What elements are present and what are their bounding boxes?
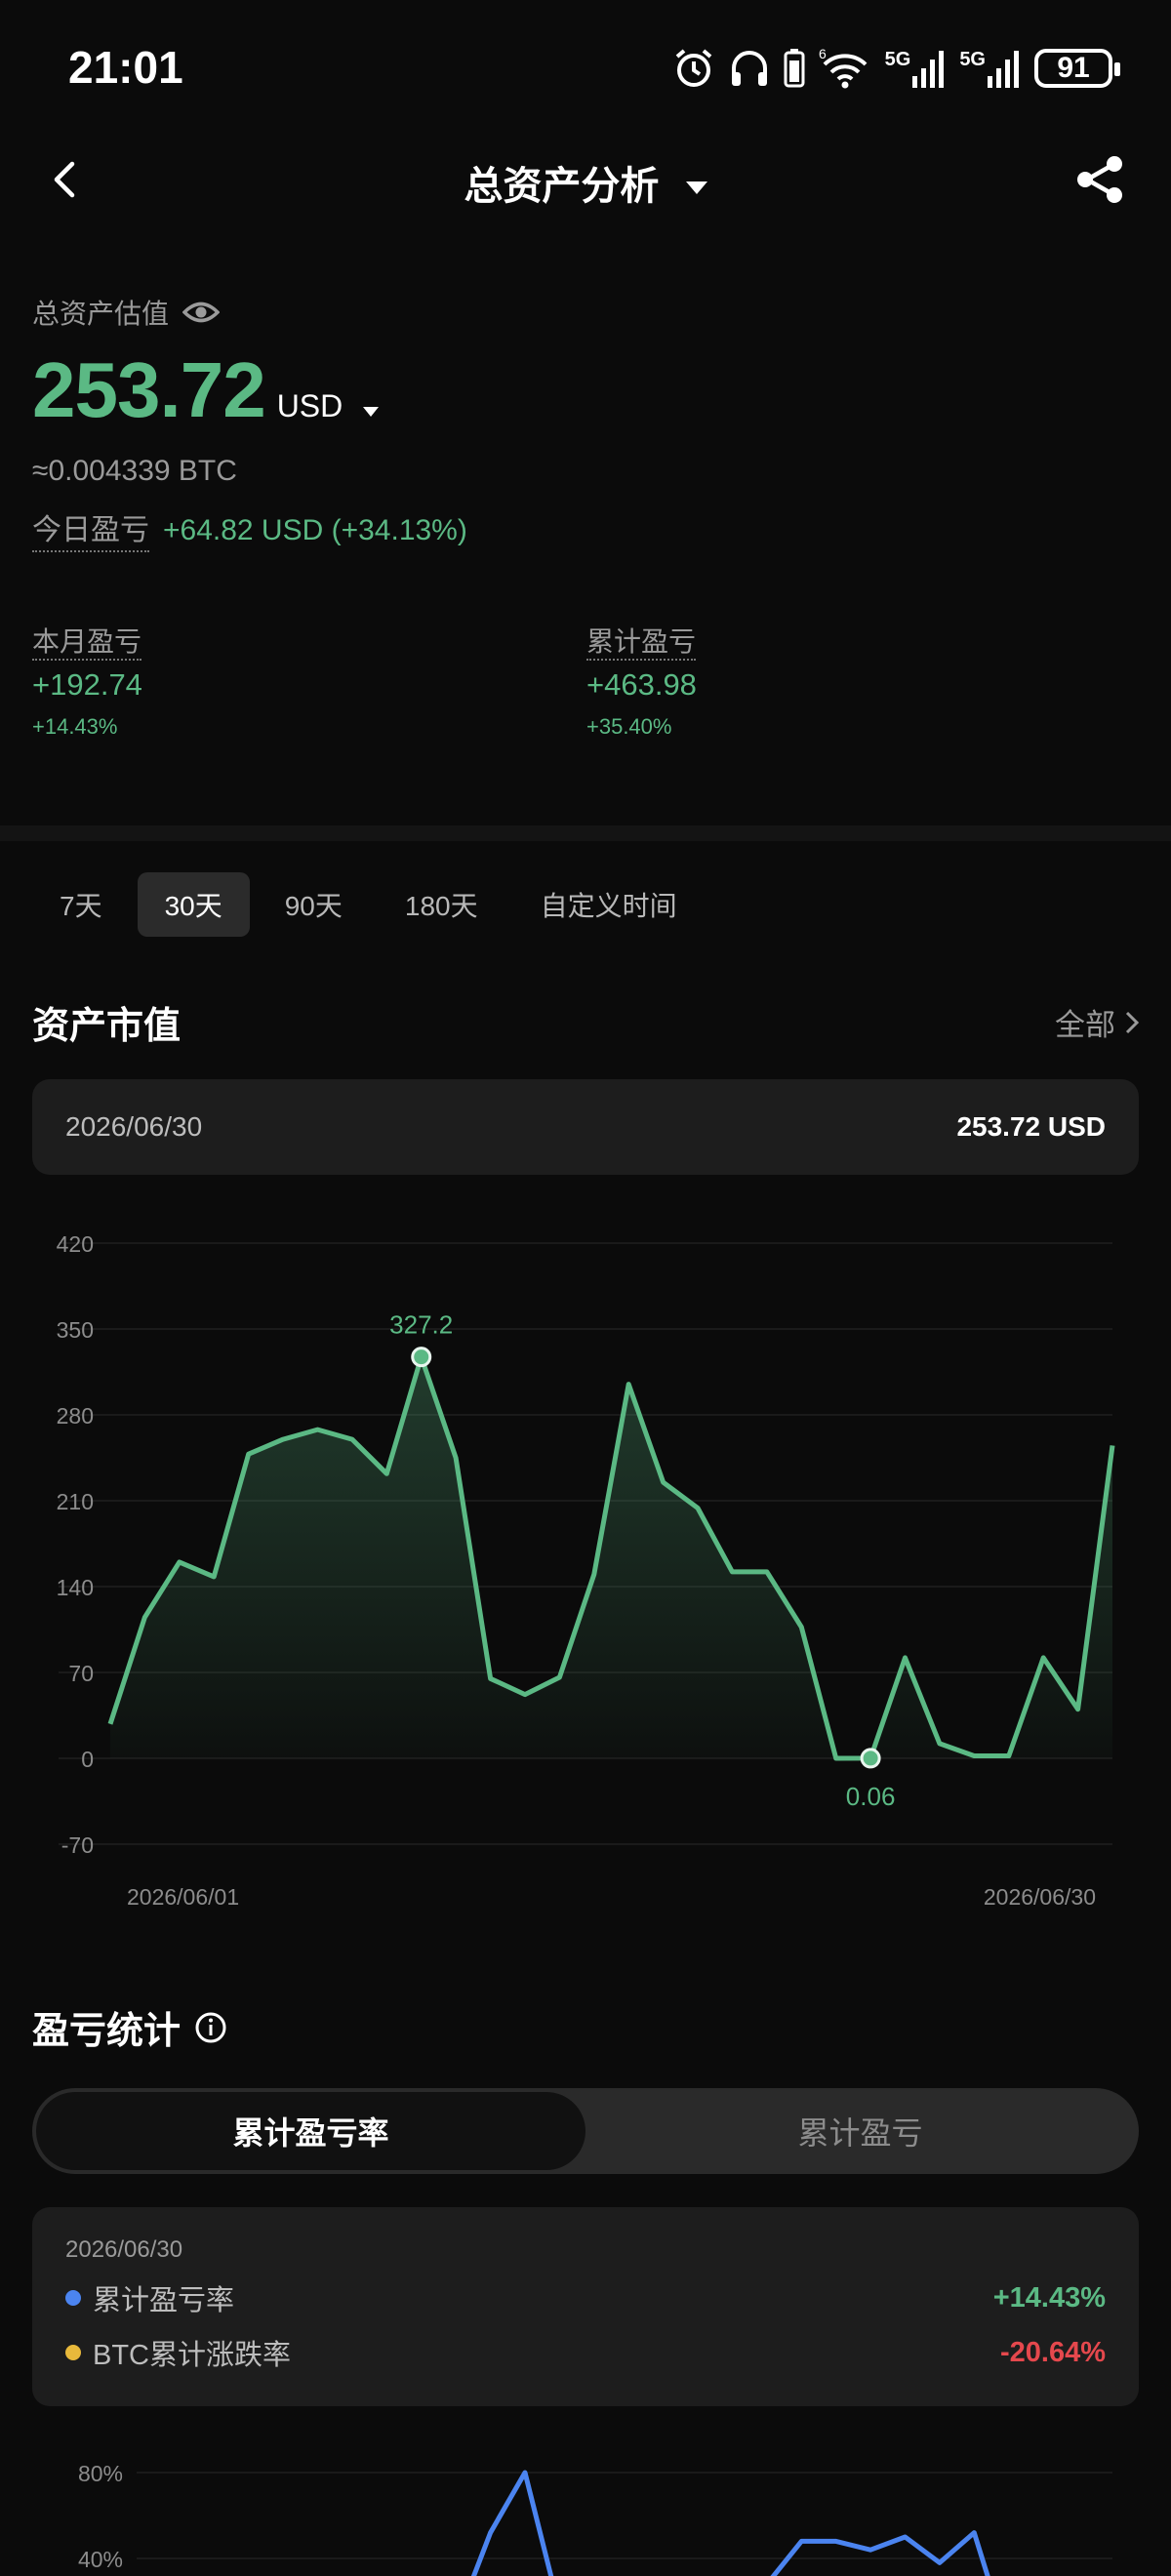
headphones-icon: [731, 51, 767, 86]
share-icon[interactable]: [1073, 152, 1128, 207]
stat-value: +192.74: [32, 667, 142, 702]
asset-value-header: 资产市值 全部: [32, 995, 1139, 1049]
pnl-row: 累计盈亏率 +14.43%: [65, 2277, 1106, 2318]
y-tick-label: 70: [68, 1661, 94, 1686]
battery-level: 91: [1057, 52, 1090, 84]
stat-label[interactable]: 本月盈亏: [32, 626, 142, 661]
x-tick-label: 2026/06/01: [127, 1884, 239, 1910]
today-pnl-label[interactable]: 今日盈亏: [32, 505, 149, 552]
y-tick-label: 140: [57, 1575, 94, 1600]
series-line: [470, 2470, 990, 2576]
wifi-icon: 6: [819, 47, 868, 89]
legend-dot: [65, 2345, 81, 2360]
stat-pct: +35.40%: [586, 714, 672, 739]
data-label: 0.06: [846, 1782, 896, 1811]
view-all-label: 全部: [1055, 1008, 1115, 1042]
pnl-mode-toggle: 累计盈亏率 累计盈亏: [32, 2088, 1139, 2174]
status-time: 21:01: [68, 42, 183, 93]
pnl-detail-card: 2026/06/30 累计盈亏率 +14.43% BTC累计涨跌率 -20.64…: [32, 2207, 1139, 2406]
stat-value: +463.98: [586, 667, 697, 702]
pnl-date: 2026/06/30: [65, 2236, 183, 2263]
highlight-point: [860, 1748, 881, 1769]
y-tick-label: 40%: [78, 2547, 123, 2572]
range-tab-180d[interactable]: 180天: [378, 872, 505, 937]
signal-bars-icon: [988, 51, 1019, 88]
currency-label: USD: [276, 388, 343, 423]
pnl-row-label: BTC累计涨跌率: [93, 2340, 292, 2371]
caret-down-icon: [685, 181, 707, 195]
chevron-right-icon: [1125, 1011, 1139, 1033]
data-label: 327.2: [389, 1310, 453, 1340]
toggle-cumulative-rate[interactable]: 累计盈亏率: [36, 2092, 586, 2170]
y-tick-label: 420: [57, 1231, 94, 1257]
range-tab-30d[interactable]: 30天: [137, 872, 250, 937]
highlight-point: [411, 1347, 432, 1368]
pnl-stats-header: 盈亏统计: [32, 2000, 1139, 2054]
pnl-rate-chart[interactable]: 80% 40%: [0, 2430, 1171, 2576]
y-tick-label: -70: [61, 1832, 94, 1858]
battery-indicator: 91: [1034, 49, 1120, 88]
pnl-row-label: 累计盈亏率: [93, 2285, 235, 2316]
stat-label[interactable]: 累计盈亏: [586, 626, 697, 661]
page-title: 总资产分析: [464, 165, 660, 208]
alarm-icon: [675, 49, 711, 87]
range-tab-7d[interactable]: 7天: [32, 872, 130, 937]
total-asset-value: 253.72: [32, 346, 266, 433]
pnl-row-value: -20.64%: [999, 2336, 1106, 2368]
asset-overview: 总资产估值 253.72 USD ≈0.004339 BTC 今日盈亏 +64.…: [32, 293, 1145, 552]
info-icon[interactable]: [194, 2011, 227, 2044]
signal-bars-icon: [912, 51, 945, 88]
signal-2: 5G: [959, 49, 1021, 88]
caret-down-icon: [363, 407, 380, 417]
stat-cumulative: 累计盈亏 +463.98 +35.40%: [586, 621, 1141, 740]
signal-1: 5G: [885, 49, 947, 88]
battery-saver-icon: [784, 49, 805, 88]
pnl-summary: 本月盈亏 +192.74 +14.43% 累计盈亏 +463.98 +35.40…: [32, 621, 1145, 740]
toggle-cumulative-pnl[interactable]: 累计盈亏: [586, 2092, 1135, 2170]
total-asset-label: 总资产估值: [32, 299, 170, 329]
page-title-dropdown[interactable]: 总资产分析: [0, 154, 1171, 211]
stat-monthly: 本月盈亏 +192.74 +14.43%: [32, 621, 586, 740]
selected-date: 2026/06/30: [65, 1111, 203, 1142]
y-tick-label: 210: [57, 1489, 94, 1514]
y-tick-label: 0: [81, 1747, 94, 1772]
y-tick-label: 80%: [78, 2461, 123, 2486]
range-tab-90d[interactable]: 90天: [258, 872, 370, 937]
network-type-1: 5G: [884, 49, 911, 70]
top-nav: 总资产分析: [0, 137, 1171, 224]
status-bar: 21:01 6 5G 5G 91: [0, 0, 1171, 146]
asset-value-card: 2026/06/30 253.72 USD: [32, 1079, 1139, 1175]
legend-dot: [65, 2290, 81, 2306]
view-all-link[interactable]: 全部: [1055, 1000, 1139, 1044]
eye-icon[interactable]: [182, 300, 221, 325]
section-divider: [0, 825, 1171, 841]
range-tab-custom[interactable]: 自定义时间: [513, 872, 705, 937]
asset-value-chart[interactable]: 420 350 280 210 140 70 0 -70 327.2 0.06 2026/06/01…: [0, 1200, 1171, 1922]
wifi-badge: 6: [819, 47, 827, 61]
series-area: [110, 1356, 1112, 1758]
currency-selector[interactable]: USD: [276, 388, 380, 424]
today-pnl-value: +64.82 USD (+34.13%): [163, 514, 467, 546]
x-tick-label: 2026/06/30: [984, 1884, 1096, 1910]
btc-equivalent: ≈0.004339 BTC: [32, 455, 237, 487]
time-range-tabs: 7天 30天 90天 180天 自定义时间: [32, 872, 705, 937]
pnl-row: BTC累计涨跌率 -20.64%: [65, 2332, 1106, 2373]
status-icons: 6 5G 5G 91: [672, 43, 1120, 94]
y-tick-label: 280: [57, 1403, 94, 1429]
section-title: 资产市值: [32, 1006, 182, 1047]
pnl-row-value: +14.43%: [992, 2281, 1106, 2314]
section-title: 盈亏统计: [32, 2011, 182, 2052]
y-tick-label: 350: [57, 1317, 94, 1343]
pnl-chart-svg: 80% 40%: [78, 2461, 1112, 2576]
selected-value: 253.72 USD: [956, 1111, 1106, 1142]
stat-pct: +14.43%: [32, 714, 118, 739]
network-type-2: 5G: [959, 49, 986, 70]
asset-chart-svg: 420 350 280 210 140 70 0 -70 327.2 0.06 2026/06/01…: [57, 1231, 1115, 1910]
